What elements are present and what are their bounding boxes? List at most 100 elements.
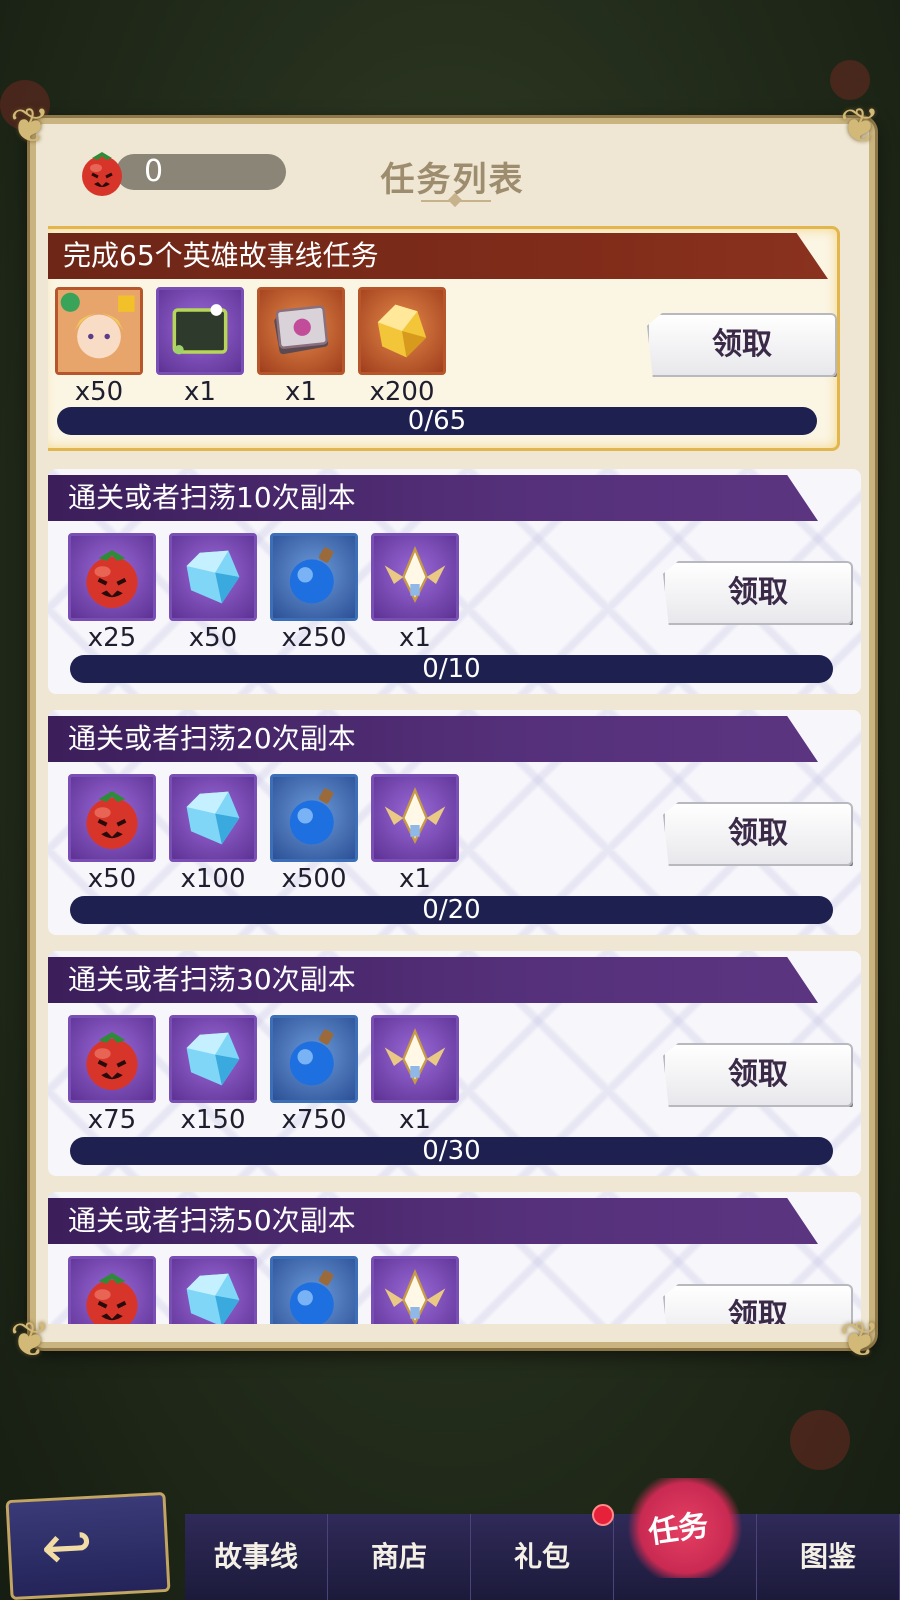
tomato-icon (68, 774, 156, 862)
task-list[interactable]: 完成65个英雄故事线任务 x50 x1 x1 x200 领取 0/65 通关或者扫荡10次副本… (48, 226, 863, 1324)
winged-emblem-icon (371, 533, 459, 621)
reward-item[interactable]: x1 (371, 1015, 459, 1135)
reward-count: x1 (399, 623, 431, 653)
reward-count: x1 (184, 377, 216, 407)
claim-button[interactable]: 领取 (647, 313, 837, 377)
tab-gift-pack[interactable]: 礼包 (471, 1514, 614, 1600)
blue-gem-icon (169, 1015, 257, 1103)
reward-count: x1 (399, 1105, 431, 1135)
reward-count: x500 (281, 864, 347, 894)
reward-item[interactable]: x50 (55, 287, 143, 407)
reward-item[interactable]: x750 (270, 1015, 358, 1135)
gold-crystal-icon (358, 287, 446, 375)
task-card: 通关或者扫荡30次副本 x75 x150 x750 x1 领取 0/30 (48, 951, 861, 1176)
reward-item[interactable]: x250 (270, 533, 358, 653)
reward-list: x75 x150 x750 x1 (68, 1015, 459, 1135)
background-tomato-decor (790, 1410, 850, 1470)
reward-item[interactable]: x150 (169, 1015, 257, 1135)
progress-bar: 0/20 (70, 896, 833, 924)
reward-item[interactable]: x25 (68, 533, 156, 653)
corner-ornament-icon: ❦ (839, 1312, 881, 1368)
background-tomato-decor (830, 60, 870, 100)
reward-count: x250 (281, 623, 347, 653)
reward-item[interactable]: x1 (257, 287, 345, 407)
title-ornament (421, 200, 491, 204)
tab-shop[interactable]: 商店 (328, 1514, 471, 1600)
card-deck-icon (257, 287, 345, 375)
reward-count: x150 (180, 1105, 246, 1135)
claim-button[interactable]: 领取 (663, 1284, 853, 1324)
bottom-navigation: ↩ 故事线 商店 礼包 图鉴 任务 (0, 1478, 900, 1600)
tomato-icon (68, 533, 156, 621)
claim-button[interactable]: 领取 (663, 802, 853, 866)
reward-list: x50 x100 x500 x1 (68, 774, 459, 894)
tab-codex[interactable]: 图鉴 (757, 1514, 900, 1600)
reward-count: x50 (74, 377, 124, 407)
reward-item[interactable] (371, 1256, 459, 1324)
blue-potion-icon (270, 1015, 358, 1103)
active-tab-label[interactable]: 任务 (645, 1500, 711, 1552)
hero-portrait-icon (55, 287, 143, 375)
panel-header: 0 任务列表 (36, 124, 869, 224)
winged-emblem-icon (371, 774, 459, 862)
claim-button[interactable]: 领取 (663, 1043, 853, 1107)
reward-item[interactable]: x500 (270, 774, 358, 894)
blue-gem-icon (169, 774, 257, 862)
reward-count: x50 (188, 623, 238, 653)
task-card: 通关或者扫荡20次副本 x50 x100 x500 x1 领取 0/20 (48, 710, 861, 935)
task-list-panel: 0 任务列表 完成65个英雄故事线任务 x50 x1 x1 x200 领取 0/65 通关或者… (30, 118, 875, 1348)
reward-list: x50 x1 x1 x200 (55, 287, 446, 407)
reward-count: x50 (87, 864, 137, 894)
reward-count: x1 (399, 864, 431, 894)
blue-potion-icon (270, 774, 358, 862)
reward-count: x1 (285, 377, 317, 407)
progress-bar: 0/10 (70, 655, 833, 683)
reward-count: x75 (87, 1105, 137, 1135)
reward-item[interactable]: x200 (358, 287, 446, 407)
corner-ornament-icon: ❦ (9, 1312, 51, 1368)
task-title: 通关或者扫荡20次副本 (48, 716, 818, 762)
reward-item[interactable]: x1 (371, 774, 459, 894)
reward-count: x100 (180, 864, 246, 894)
reward-count: x750 (281, 1105, 347, 1135)
reward-item[interactable]: x75 (68, 1015, 156, 1135)
notification-dot (592, 1504, 614, 1526)
reward-item[interactable]: x1 (156, 287, 244, 407)
reward-item[interactable]: x100 (169, 774, 257, 894)
progress-bar: 0/65 (57, 407, 817, 435)
back-button[interactable]: ↩ (5, 1491, 171, 1600)
task-title: 通关或者扫荡50次副本 (48, 1198, 818, 1244)
nav-bar: 故事线 商店 礼包 图鉴 (185, 1514, 900, 1600)
back-arrow-icon: ↩ (39, 1508, 95, 1585)
reward-item[interactable] (270, 1256, 358, 1324)
corner-ornament-icon: ❦ (9, 98, 51, 154)
reward-item[interactable] (169, 1256, 257, 1324)
tab-storyline[interactable]: 故事线 (185, 1514, 328, 1600)
task-title: 完成65个英雄故事线任务 (48, 233, 828, 279)
task-title: 通关或者扫荡30次副本 (48, 957, 818, 1003)
reward-count: x200 (369, 377, 435, 407)
tomato-icon (68, 1015, 156, 1103)
blue-potion-icon (270, 533, 358, 621)
tomato-icon (68, 1256, 156, 1324)
claim-button[interactable]: 领取 (663, 561, 853, 625)
reward-list: x25 x50 x250 x1 (68, 533, 459, 653)
blue-gem-icon (169, 1256, 257, 1324)
progress-bar: 0/30 (70, 1137, 833, 1165)
task-title: 通关或者扫荡10次副本 (48, 475, 818, 521)
task-card: 通关或者扫荡10次副本 x25 x50 x250 x1 领取 0/10 (48, 469, 861, 694)
reward-item[interactable]: x50 (169, 533, 257, 653)
reward-item[interactable]: x50 (68, 774, 156, 894)
blue-potion-icon (270, 1256, 358, 1324)
picture-frame-icon (156, 287, 244, 375)
reward-list (68, 1256, 459, 1324)
task-card: 完成65个英雄故事线任务 x50 x1 x1 x200 领取 0/65 (48, 226, 840, 451)
corner-ornament-icon: ❦ (839, 98, 881, 154)
winged-emblem-icon (371, 1015, 459, 1103)
reward-item[interactable] (68, 1256, 156, 1324)
reward-item[interactable]: x1 (371, 533, 459, 653)
tomato-currency-icon (82, 152, 122, 196)
task-card: 通关或者扫荡50次副本领取 (48, 1192, 861, 1324)
reward-count: x25 (87, 623, 137, 653)
blue-gem-icon (169, 533, 257, 621)
